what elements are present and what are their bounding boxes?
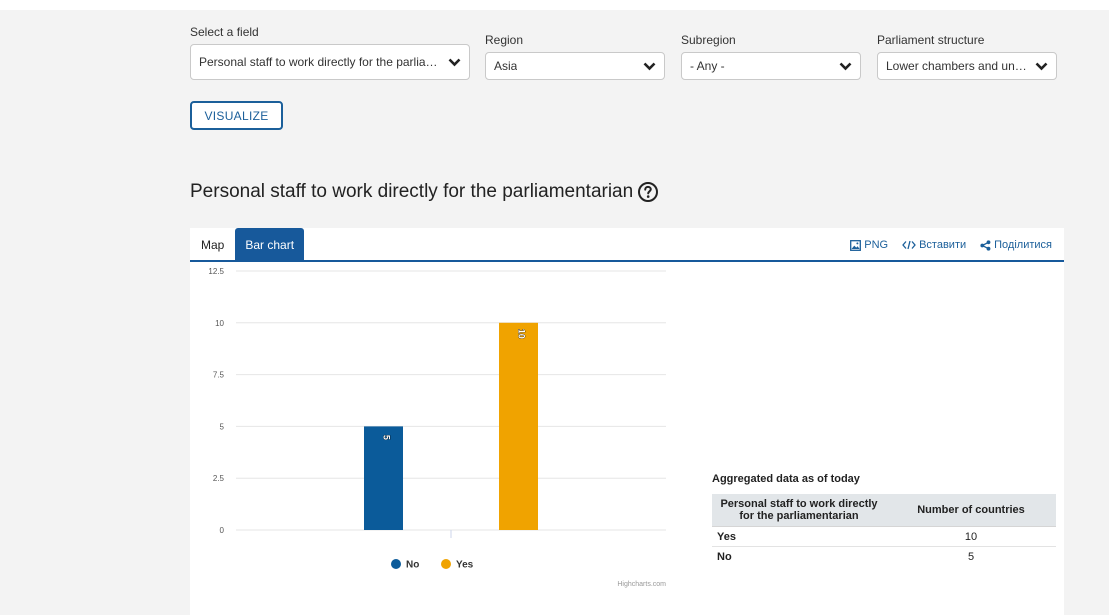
table-row: No 5 [712,546,1056,566]
tab-bar-chart[interactable]: Bar chart [235,228,305,261]
region-select[interactable]: Asia [485,52,665,80]
y-tick-label: 12.5 [208,267,224,276]
embed-label: Вставити [919,239,967,251]
region-select-value: Asia [494,59,518,73]
region-filter-label: Region [485,33,524,47]
table-header-row: Personal staff to work directly for the … [712,494,1056,527]
chevron-down-icon [838,59,852,73]
chevron-down-icon [642,59,656,73]
structure-filter-label: Parliament structure [877,33,985,47]
y-tick-label: 10 [215,319,224,328]
table-cell-value: 5 [886,546,1056,566]
y-tick-label: 0 [220,526,225,535]
table-header-count: Number of countries [886,494,1056,527]
filter-bar: Select a field Personal staff to work di… [0,0,1109,100]
field-filter: Select a field Personal staff to work di… [190,25,470,80]
field-filter-label: Select a field [190,25,259,39]
subregion-filter-label: Subregion [681,33,736,47]
view-tabs: Map Bar chart [190,228,305,261]
png-export-button[interactable]: PNG [850,239,888,251]
legend-yes-marker [441,559,451,569]
embed-button[interactable]: Вставити [902,239,966,251]
share-label: Поділитися [994,239,1052,251]
table-cell-key: Yes [712,526,886,547]
subregion-select-value: - Any - [690,59,725,73]
subregion-filter: Subregion - Any - [681,33,861,80]
aggregated-table: Personal staff to work directly for the … [712,494,1056,566]
data-label: 10 [517,329,527,339]
visualize-button[interactable]: VISUALIZE [190,101,283,130]
field-select-value: Personal staff to work directly for the … [199,55,441,69]
share-icon [980,239,991,251]
region-filter: Region Asia [485,33,665,80]
aggregated-title: Aggregated data as of today [712,473,860,485]
legend-no-marker [391,559,401,569]
tab-map[interactable]: Map [190,228,236,261]
chevron-down-icon [447,55,461,69]
table-header-field: Personal staff to work directly for the … [712,494,886,527]
chart-actions: PNG Вставити Поділитися [850,239,1052,251]
page-title: Personal staff to work directly for the … [190,181,659,203]
help-icon[interactable] [637,181,659,203]
code-icon [902,240,916,250]
bar-yes [499,322,538,530]
legend-yes-label: Yes [456,560,474,571]
field-select[interactable]: Personal staff to work directly for the … [190,44,470,80]
page-title-text: Personal staff to work directly for the … [190,181,634,202]
table-row: Yes 10 [712,526,1056,547]
image-icon [850,239,862,251]
visualization-panel: Map Bar chart PNG Вставити Поділитися 0 … [190,228,1064,615]
data-label: 5 [382,435,392,440]
bar-no [364,426,403,530]
chevron-down-icon [1034,59,1048,73]
share-button[interactable]: Поділитися [980,239,1052,251]
y-tick-label: 5 [220,422,225,431]
table-cell-value: 10 [886,526,1056,547]
png-export-label: PNG [864,239,889,251]
bar-chart: 0 2.5 5 7.5 10 12.5 5 10 No Yes Highcharts.com [208,267,666,588]
y-tick-label: 2.5 [213,474,225,483]
table-cell-key: No [712,546,886,566]
structure-select-value: Lower chambers and unic... [886,59,1028,73]
chart-credit: Highcharts.com [617,581,666,588]
y-tick-label: 7.5 [213,371,225,380]
structure-filter: Parliament structure Lower chambers and … [877,33,1057,80]
structure-select[interactable]: Lower chambers and unic... [877,52,1057,80]
subregion-select[interactable]: - Any - [681,52,861,80]
legend-no-label: No [406,560,419,571]
